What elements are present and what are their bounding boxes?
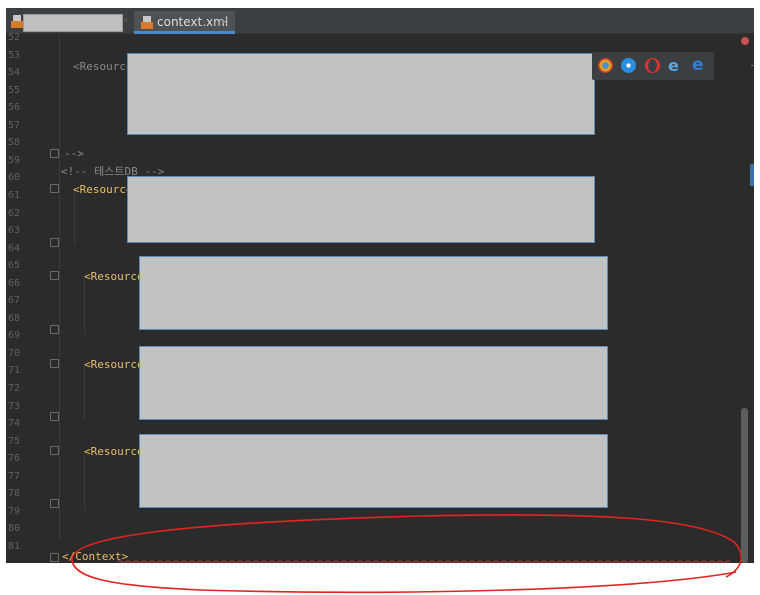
line-number: 68	[8, 312, 21, 324]
xml-file-icon	[11, 15, 23, 28]
indent-guide	[84, 454, 85, 510]
line-number: 52	[8, 32, 21, 43]
line-number: 67	[8, 295, 21, 307]
line-number: 55	[8, 84, 21, 96]
line-number: 76	[8, 453, 21, 465]
line-number: 80	[8, 523, 21, 535]
line-number: 57	[8, 119, 21, 131]
close-icon[interactable]: ×	[220, 15, 229, 28]
error-underline	[118, 560, 731, 563]
line-number: 73	[8, 400, 21, 412]
line-number: 71	[8, 365, 21, 377]
code-line-60: <Resource	[73, 183, 133, 196]
fold-marker[interactable]	[50, 553, 59, 562]
tab-label: context.xml	[157, 15, 229, 29]
line-number: 65	[8, 260, 21, 272]
indent-guide	[59, 34, 60, 539]
code-line-53: <Resource	[73, 60, 133, 73]
redacted-block	[139, 434, 608, 508]
fold-marker[interactable]	[50, 325, 59, 334]
line-number: 66	[8, 277, 21, 289]
fold-marker[interactable]	[50, 238, 59, 247]
code-line-70: <Resource	[84, 358, 144, 371]
fold-marker[interactable]	[50, 446, 59, 455]
line-number: 79	[8, 505, 21, 517]
line-number: 69	[8, 330, 21, 342]
line-number: 62	[8, 207, 21, 219]
redacted-block	[139, 256, 608, 330]
redacted-block	[127, 53, 595, 135]
scroll-marker	[751, 65, 754, 66]
line-number: 53	[8, 49, 21, 61]
tab-context-xml[interactable]: context.xml ×	[134, 11, 235, 34]
redacted-block	[127, 176, 595, 243]
line-number: 75	[8, 435, 21, 447]
tab-redacted-file[interactable]	[23, 14, 123, 32]
xml-file-icon	[141, 16, 153, 29]
line-number: 58	[8, 137, 21, 149]
chrome-icon[interactable]	[598, 58, 613, 73]
fold-marker[interactable]	[50, 149, 59, 158]
code-editor[interactable]: 52 53 54 55 56 57 58 59 60 61 62 63 64 65 66 67 68 69 70 71…	[6, 32, 754, 563]
error-indicator-icon[interactable]	[741, 37, 749, 45]
fold-marker[interactable]	[50, 412, 59, 421]
redacted-block	[139, 346, 608, 420]
scroll-marker	[750, 164, 754, 186]
editor-tab-bar: ‹ context.xml ×	[6, 8, 754, 34]
scrollbar-thumb[interactable]	[741, 408, 748, 563]
line-number: 77	[8, 470, 21, 482]
code-line-58: -->	[64, 147, 84, 160]
line-number: 64	[8, 242, 21, 254]
line-number: 56	[8, 102, 21, 114]
line-number-gutter: 52 53 54 55 56 57 58 59 60 61 62 63 64 65 66 67 68 69 70 71…	[6, 32, 50, 563]
fold-marker[interactable]	[50, 271, 59, 280]
safari-icon[interactable]	[621, 58, 636, 73]
line-number: 61	[8, 189, 21, 201]
fold-marker[interactable]	[50, 359, 59, 368]
line-number: 54	[8, 67, 21, 79]
internet-explorer-icon[interactable]: e	[668, 58, 684, 74]
line-number: 70	[8, 347, 21, 359]
indent-guide	[84, 366, 85, 421]
line-number: 74	[8, 418, 21, 430]
indent-guide	[84, 279, 85, 334]
fold-marker[interactable]	[50, 184, 59, 193]
code-line-65: <Resource	[84, 270, 144, 283]
line-number: 78	[8, 488, 21, 500]
line-number: 81	[8, 540, 21, 552]
opera-icon[interactable]	[645, 58, 660, 73]
edge-icon[interactable]: e	[692, 57, 708, 74]
line-number: 60	[8, 172, 21, 184]
fold-marker[interactable]	[50, 499, 59, 508]
code-line-75: <Resource	[84, 445, 144, 458]
line-number: 59	[8, 154, 21, 166]
line-number: 63	[8, 225, 21, 237]
ide-window: ‹ context.xml × 52 53 54 55 56 57 58 59 60 61 62 63…	[6, 8, 754, 563]
browser-preview-toolbar: e e	[592, 52, 714, 80]
line-number: 72	[8, 383, 21, 394]
